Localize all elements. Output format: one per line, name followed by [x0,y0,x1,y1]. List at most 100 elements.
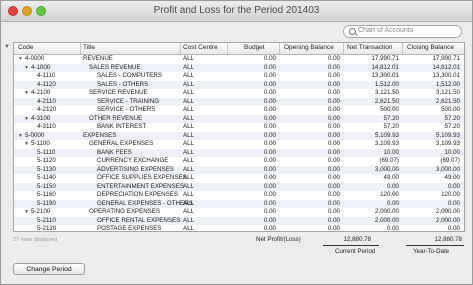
table-row[interactable]: 4-2110 SERVICE - TRAINING ALL 0.00 0.00 2,621… [14,97,464,107]
cell-budget: 0.00 [263,225,276,232]
cell-net-transaction: 5,109.93 [374,131,399,139]
window-title: Profit and Loss for the Period 201403 [153,5,320,16]
cell-cost-centre: ALL [183,80,195,88]
header-cost-centre[interactable]: Cost Centre [183,44,218,51]
cell-closing-balance: 17,990.71 [432,55,460,62]
table-row[interactable]: 5-1130 ADVERTISING EXPENSES ALL 0.00 0.00 3,0… [14,165,464,174]
cell-net-transaction: 2,000.00 [374,216,399,224]
cell-code: 5-2120 [37,225,57,232]
cell-title: SALES - OTHERS [97,80,149,88]
table-row[interactable]: 5-2120 POSTAGE EXPENSES ALL 0.00 0.00 0.00 0.0… [14,225,464,232]
header-opening-balance[interactable]: Opening Balance [284,44,334,51]
disclosure-triangle-icon[interactable]: ▼ [24,90,29,96]
cell-cost-centre: ALL [183,174,195,181]
collapse-all-icon[interactable]: ▼ [4,44,10,50]
cell-title: CURRENCY EXCHANGE [97,157,169,164]
cell-budget: 0.00 [263,114,276,122]
table-row[interactable]: 5-1140 OFFICE SUPPLIES EXPENSES ALL 0.00 0.0… [14,174,464,183]
cell-budget: 0.00 [263,55,276,62]
cell-cost-centre: ALL [183,157,195,164]
cell-title: OTHER REVENUE [89,114,143,122]
table-row[interactable]: 5-1160 DEPRECIATION EXPENSES ALL 0.00 0.00 12… [14,191,464,200]
disclosure-triangle-icon[interactable]: ▼ [24,141,29,147]
table-row[interactable]: 5-1190 GENERAL EXPENSES - OTHERS ALL 0.00 0.… [14,199,464,208]
header-net-transaction[interactable]: Net Transaction [347,44,393,51]
cell-title: OFFICE SUPPLIES EXPENSES [97,174,187,181]
table-row[interactable]: ▼ 5-1100 GENERAL EXPENSES ALL 0.00 0.00 3,109.… [14,140,464,149]
cell-budget: 0.00 [263,72,276,79]
cell-budget: 0.00 [263,63,276,71]
table-row[interactable]: ▼ 4-0000 REVENUE ALL 0.00 0.00 17,990.71 17,990… [14,55,464,64]
cell-opening-balance: 0.00 [327,131,340,139]
cell-code-text: 5-2120 [37,225,57,232]
cell-closing-balance: 1,512.00 [435,80,460,88]
cell-closing-balance: (69.07) [440,157,460,164]
disclosure-triangle-icon[interactable]: ▼ [18,133,23,139]
table-header: Code Title Cost Centre Budget Opening Ba… [14,43,464,55]
accounts-table[interactable]: Code Title Cost Centre Budget Opening Ba… [13,42,465,232]
table-row[interactable]: 5-1110 BANK FEES ALL 0.00 0.00 10.00 10.00 [14,148,464,157]
cell-net-transaction: 0.00 [386,182,399,190]
header-budget[interactable]: Budget [244,44,265,51]
cell-opening-balance: 0.00 [327,191,340,198]
table-row[interactable]: 4-2120 SERVICE - OTHERS ALL 0.00 0.00 500.00 5… [14,106,464,115]
table-row[interactable]: 5-2110 OFFICE RENTAL EXPENSES ALL 0.00 0.00 2… [14,216,464,225]
table-row[interactable]: 4-3110 BANK INTEREST ALL 0.00 0.00 57.20 57.20 [14,123,464,132]
table-row[interactable]: ▼ 5-2100 OPERATING EXPENSES ALL 0.00 0.00 2,00… [14,208,464,217]
cell-net-transaction: 500.00 [380,106,399,113]
cell-code: 4-2120 [37,106,56,115]
cell-net-transaction: 120.00 [380,191,399,198]
cell-code: 5-1150 [37,183,56,192]
cell-title: ENTERTAINMENT EXPENSES [97,182,184,190]
cell-cost-centre: ALL [183,140,195,147]
disclosure-triangle-icon[interactable]: ▼ [18,56,23,62]
cell-budget: 0.00 [263,89,276,96]
change-period-button[interactable]: Change Period [13,263,85,275]
cell-cost-centre: ALL [183,123,195,130]
cell-closing-balance: 120.00 [441,191,460,198]
disclosure-triangle-icon[interactable]: ▼ [24,116,29,122]
table-row[interactable]: ▼ 4-3100 OTHER REVENUE ALL 0.00 0.00 57.20 57.2… [14,114,464,123]
disclosure-triangle-icon[interactable]: ▼ [24,209,29,215]
table-row[interactable]: 5-1120 CURRENCY EXCHANGE ALL 0.00 0.00 (69.07… [14,157,464,166]
table-row[interactable]: ▼ 5-0000 EXPENSES ALL 0.00 0.00 5,109.93 5,109.… [14,131,464,141]
cell-cost-centre: ALL [183,89,195,96]
cell-closing-balance: 57.20 [444,114,460,122]
table-row[interactable]: 5-1150 ENTERTAINMENT EXPENSES ALL 0.00 0.00 0… [14,182,464,192]
cell-code-text: 5-1100 [30,140,50,147]
cell-code: ▼ 5-0000 [18,132,44,141]
cell-cost-centre: ALL [183,191,195,198]
cell-title: SALES - COMPUTERS [97,72,162,79]
title-bar: Profit and Loss for the Period 201403 [1,1,472,22]
table-row[interactable]: ▼ 4-1000 SALES REVENUE ALL 0.00 0.00 14,812.01… [14,63,464,72]
cell-cost-centre: ALL [183,114,195,122]
net-profit-current-value: 12,880.78 [343,236,371,243]
header-closing-balance[interactable]: Closing Balance [407,44,454,51]
current-period-label: Current Period [335,248,376,255]
cell-budget: 0.00 [263,123,276,130]
cell-title: REVENUE [83,55,113,62]
cell-budget: 0.00 [263,165,276,173]
cell-code-text: 4-0000 [24,55,45,62]
cell-code-text: 4-2120 [37,106,57,113]
cell-code: 4-2110 [37,98,56,107]
cell-budget: 0.00 [263,97,276,105]
cell-closing-balance: 57.20 [444,123,460,130]
cell-budget: 0.00 [263,140,276,147]
cell-code: 4-3110 [37,123,56,132]
table-row[interactable]: ▼ 4-2100 SERVICE REVENUE ALL 0.00 0.00 3,121.5… [14,89,464,98]
table-row[interactable]: 4-1110 SALES - COMPUTERS ALL 0.00 0.00 13,300… [14,72,464,81]
cell-net-transaction: 0.00 [386,225,399,232]
cell-cost-centre: ALL [183,63,195,71]
cell-code: 4-1110 [37,72,55,81]
cell-opening-balance: 0.00 [327,225,340,232]
search-field[interactable]: Chart of Accounts [343,25,462,38]
cell-net-transaction: 10.00 [383,148,399,156]
header-code[interactable]: Code [18,44,34,51]
cell-budget: 0.00 [263,174,276,181]
disclosure-triangle-icon[interactable]: ▼ [24,65,29,71]
header-title[interactable]: Title [83,44,95,51]
cell-cost-centre: ALL [183,165,195,173]
cell-net-transaction: 1,512.00 [374,80,399,88]
table-row[interactable]: 4-1120 SALES - OTHERS ALL 0.00 0.00 1,512.00 1… [14,80,464,89]
